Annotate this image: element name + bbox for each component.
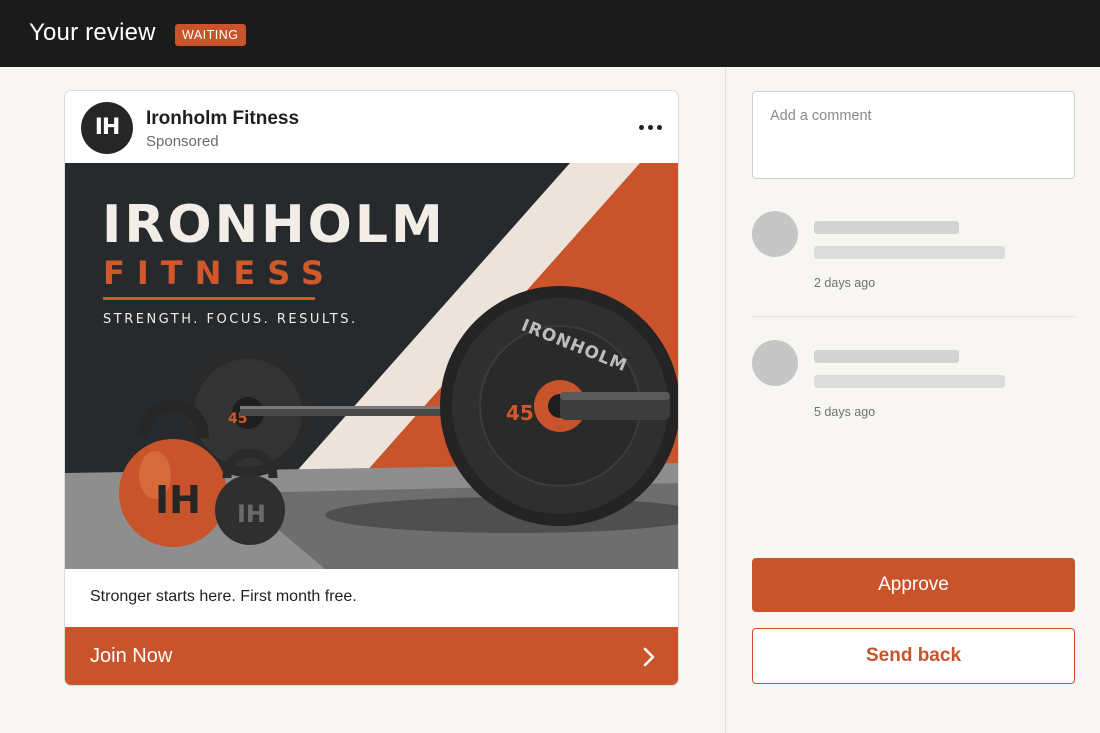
kettlebell-logo: IH [155,478,201,522]
ad-preview-card: IH Ironholm Fitness Sponsored 45 IRONHOL… [64,90,679,686]
approve-button[interactable]: Approve [752,558,1075,612]
ad-header: IH Ironholm Fitness Sponsored [65,91,678,163]
ad-brand-title: IRONHOLM [102,195,446,255]
page-title: Your review [29,19,156,46]
comment-item: 2 days ago [752,211,1075,291]
ad-tagline: STRENGTH. FOCUS. RESULTS. [103,312,358,327]
comment-author-placeholder [814,221,959,234]
status-badge: WAITING [175,24,246,46]
sponsored-label: Sponsored [146,133,219,150]
comment-timestamp: 5 days ago [814,405,876,419]
avatar [752,211,798,257]
avatar [752,340,798,386]
comment-item: 5 days ago [752,340,1075,420]
more-options-icon[interactable] [636,117,666,137]
comment-divider [752,316,1075,317]
brand-underline [103,297,315,300]
ad-caption: Stronger starts here. First month free. [90,588,357,605]
send-back-button[interactable]: Send back [752,628,1075,684]
advertiser-logo: IH [81,102,133,154]
front-plate-weight: 45 [506,401,534,425]
top-bar: Your review WAITING [0,0,1100,67]
small-kettlebell-logo: IH [237,500,266,528]
join-now-cta[interactable]: Join Now [65,627,678,685]
advertiser-name: Ironholm Fitness [146,108,300,129]
comment-text-placeholder [814,375,1005,388]
comment-text-placeholder [814,246,1005,259]
panel-divider [725,67,726,733]
ad-brand-subtitle: FITNESS [103,254,336,292]
comment-author-placeholder [814,350,959,363]
logo-text: IH [94,115,121,140]
comment-input[interactable] [752,91,1075,179]
cta-label: Join Now [90,645,173,667]
comment-timestamp: 2 days ago [814,276,876,290]
chevron-right-icon [643,647,655,667]
